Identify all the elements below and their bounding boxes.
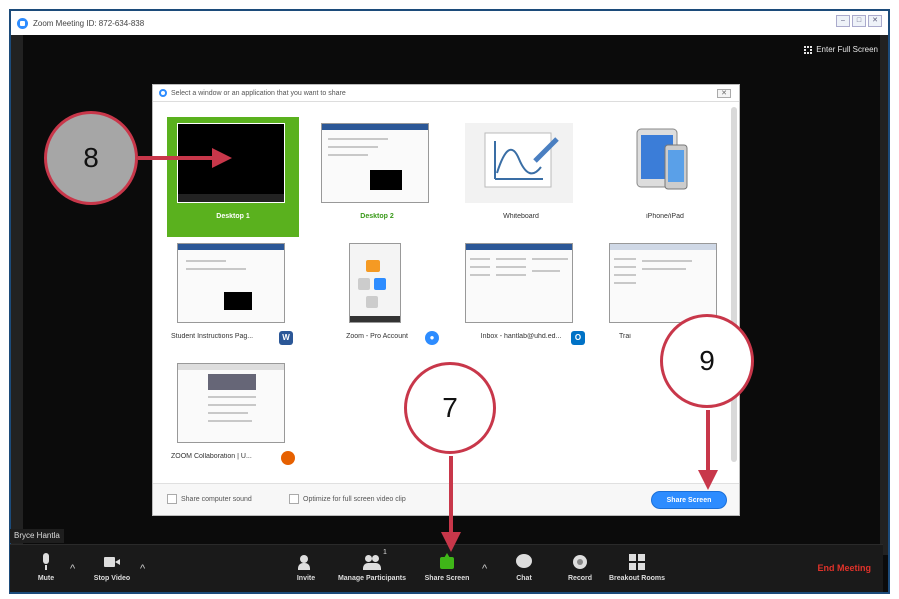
share-tile-whiteboard[interactable]: Whiteboard [455,117,587,237]
fullscreen-icon [804,45,813,54]
title-bar: Zoom Meeting ID: 872-634-838 – □ ✕ [11,11,888,35]
optimize-video-option[interactable]: Optimize for full screen video clip [289,494,406,504]
tile-label: Zoom - Pro Account [346,333,408,340]
enter-full-screen-button[interactable]: Enter Full Screen [804,45,878,54]
tile-label: Desktop 2 [360,213,394,220]
participant-count: 1 [383,549,387,556]
share-sound-label: Share computer sound [181,495,252,503]
iphone-ipad-thumbnail [609,123,717,203]
manage-participants-label: Manage Participants [337,575,407,582]
window-controls: – □ ✕ [836,15,882,27]
maximize-button[interactable]: □ [852,15,866,27]
participant-name-tag: Bryce Hantla [10,529,64,543]
tile-label: Whiteboard [503,213,539,220]
minimize-button[interactable]: – [836,15,850,27]
chat-icon [515,553,533,571]
share-computer-sound-option[interactable]: Share computer sound [167,494,252,504]
screenshot-frame: Zoom Meeting ID: 872-634-838 – □ ✕ Enter… [0,0,899,599]
share-tile-iphone-ipad[interactable]: iPhone/iPad [599,117,731,237]
share-screen-confirm-button[interactable]: Share Screen [651,491,727,509]
whiteboard-thumbnail [465,123,573,203]
enter-full-screen-label: Enter Full Screen [816,45,878,54]
invite-button[interactable]: Invite [292,545,320,593]
dialog-close-button[interactable]: ✕ [717,89,731,98]
optimize-video-label: Optimize for full screen video clip [303,495,406,503]
meeting-toolbar: Mute ^ Stop Video ^ Invite 1 Manage Part… [10,544,883,592]
tile-label: ZOOM Collaboration | U... [171,453,252,460]
share-screen-button[interactable]: Share Screen [420,545,474,593]
outlook-inbox-thumbnail [465,243,573,323]
step-8-callout: 8 [44,111,138,205]
microphone-icon [37,553,55,571]
mute-label: Mute [37,575,55,582]
zoom-app-thumbnail [349,243,401,323]
share-tile-zoom-collaboration[interactable]: ZOOM Collaboration | U... [167,357,299,477]
right-edge [880,35,888,555]
share-tile-student-instructions[interactable]: Student Instructions Pag... W [167,237,299,357]
share-options-chevron-icon[interactable]: ^ [482,563,487,575]
invite-icon [297,553,315,571]
stop-video-label: Stop Video [93,575,131,582]
breakout-rooms-label: Breakout Rooms [608,575,665,582]
invite-label: Invite [296,575,316,582]
tile-label: Desktop 1 [216,213,250,220]
tile-label: iPhone/iPad [646,213,684,220]
tile-label: Inbox - hantlab@uhd.ed... [480,333,562,340]
share-tile-inbox[interactable]: Inbox - hantlab@uhd.ed... O [455,237,587,357]
optimize-video-checkbox[interactable] [289,494,299,504]
record-icon [571,553,589,571]
browser-thumbnail [177,363,285,443]
share-tile-desktop-1[interactable]: Desktop 1 [167,117,299,237]
video-camera-icon [103,553,121,571]
share-tile-zoom-pro[interactable]: Zoom - Pro Account ● [311,237,443,357]
step-9-callout: 9 [660,314,754,408]
share-tile-desktop-2[interactable]: Desktop 2 [311,117,443,237]
training-thumbnail [609,243,717,323]
participants-icon: 1 [363,549,387,571]
share-screen-label: Share Screen [424,575,470,582]
end-meeting-button[interactable]: End Meeting [818,563,872,573]
dialog-scrollbar[interactable] [731,107,737,462]
left-edge [11,35,23,555]
close-window-button[interactable]: ✕ [868,15,882,27]
share-screen-icon [438,553,456,571]
dialog-footer: Share computer sound Optimize for full s… [153,483,739,515]
firefox-icon [281,451,295,465]
desktop-1-thumbnail [177,123,285,203]
breakout-rooms-icon [628,553,646,571]
zoom-dialog-icon [159,89,167,97]
desktop-2-thumbnail [321,123,429,203]
stop-video-button[interactable]: Stop Video [86,545,138,593]
step-7-callout: 7 [404,362,496,454]
record-button[interactable]: Record [562,545,598,593]
manage-participants-button[interactable]: 1 Manage Participants [332,545,412,593]
breakout-rooms-button[interactable]: Breakout Rooms [602,545,672,593]
dialog-title: Select a window or an application that y… [171,89,346,97]
mute-button[interactable]: Mute [32,545,60,593]
share-sound-checkbox[interactable] [167,494,177,504]
chat-button[interactable]: Chat [510,545,538,593]
outlook-icon: O [571,331,585,345]
audio-options-chevron-icon[interactable]: ^ [70,563,75,575]
zoom-logo-icon [17,17,28,29]
word-icon: W [279,331,293,345]
video-options-chevron-icon[interactable]: ^ [140,563,145,575]
dialog-title-bar: Select a window or an application that y… [153,85,739,102]
chat-label: Chat [516,575,532,582]
record-label: Record [567,575,593,582]
window-title: Zoom Meeting ID: 872-634-838 [33,18,145,28]
zoom-app-icon: ● [425,331,439,345]
word-doc-thumbnail [177,243,285,323]
